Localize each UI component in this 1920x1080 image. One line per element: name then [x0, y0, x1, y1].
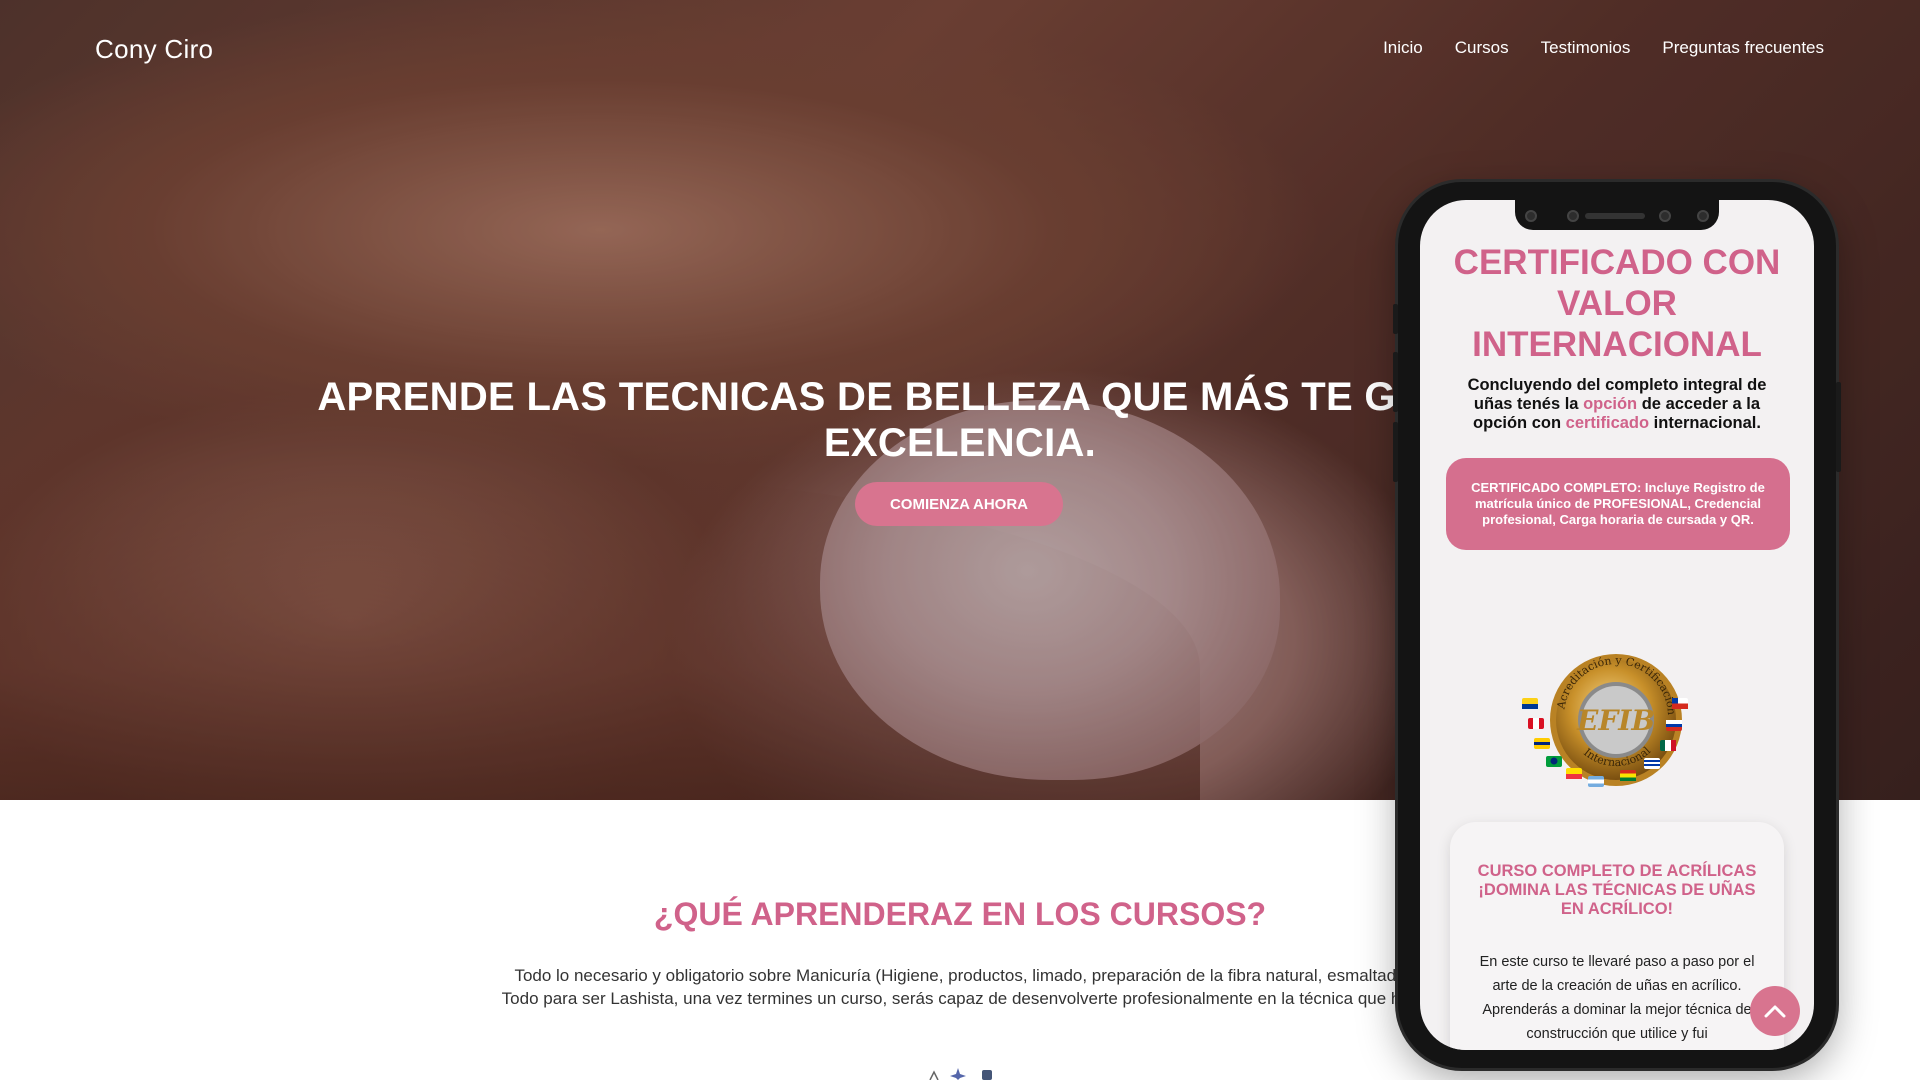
phone-side-button — [1393, 304, 1398, 334]
speaker-icon — [1585, 213, 1645, 219]
certificate-highlight-certificate: certificado — [1565, 414, 1650, 432]
phone-volume-down-button — [1393, 422, 1398, 482]
start-now-button[interactable]: COMIENZA AHORA — [855, 482, 1063, 526]
phone-volume-up-button — [1393, 352, 1398, 412]
top-navigation: Cony Ciro Inicio Cursos Testimonios Preg… — [0, 0, 1920, 100]
nav-item-preguntas-frecuentes[interactable]: Preguntas frecuentes — [1662, 38, 1824, 58]
badge-center-text: EFIB — [1576, 704, 1655, 737]
camera-icon — [1697, 210, 1709, 222]
certificate-title: CERTIFICADO CON VALOR INTERNACIONAL — [1453, 243, 1781, 364]
phone-power-button — [1836, 382, 1841, 472]
phone-mockup: CERTIFICADO CON VALOR INTERNACIONAL Conc… — [1393, 182, 1841, 1068]
nav-item-cursos[interactable]: Cursos — [1455, 38, 1509, 58]
course-card-acrylics[interactable]: CURSO COMPLETO DE ACRÍLICAS ¡DOMINA LAS … — [1450, 822, 1784, 1050]
certificate-details-box[interactable]: CERTIFICADO COMPLETO: Incluye Registro d… — [1446, 458, 1790, 550]
certificate-description-text: internacional. — [1649, 414, 1761, 432]
nav-item-testimonios[interactable]: Testimonios — [1541, 38, 1631, 58]
section-description-line-1: Todo lo necesario y obligatorio sobre Ma… — [514, 966, 1406, 985]
brand-logo[interactable]: Cony Ciro — [95, 34, 213, 65]
course-title: CURSO COMPLETO DE ACRÍLICAS ¡DOMINA LAS … — [1477, 862, 1757, 918]
efib-certification-badge: Acreditación y Certificación EFIB Intern… — [1522, 654, 1688, 787]
section-description: Todo lo necesario y obligatorio sobre Ma… — [380, 964, 1540, 1010]
course-description: En este curso te llevaré paso a paso por… — [1479, 954, 1755, 1042]
nav-item-inicio[interactable]: Inicio — [1383, 38, 1423, 58]
chevron-up-icon — [1764, 1005, 1786, 1018]
phone-notch — [1515, 200, 1719, 230]
certificate-highlight-option: opción — [1583, 395, 1638, 413]
sensor-icon — [1567, 210, 1579, 222]
certificate-description: Concluyendo del completo integral de uña… — [1450, 376, 1784, 433]
decorative-sparkle-icon — [929, 1068, 992, 1080]
sensor-icon — [1659, 210, 1671, 222]
main-menu: Inicio Cursos Testimonios Preguntas frec… — [1383, 38, 1824, 58]
scroll-to-top-button[interactable] — [1750, 986, 1800, 1036]
section-description-line-2: Todo para ser Lashista, una vez termines… — [501, 989, 1419, 1008]
camera-icon — [1525, 210, 1537, 222]
phone-screen[interactable]: CERTIFICADO CON VALOR INTERNACIONAL Conc… — [1420, 200, 1814, 1050]
